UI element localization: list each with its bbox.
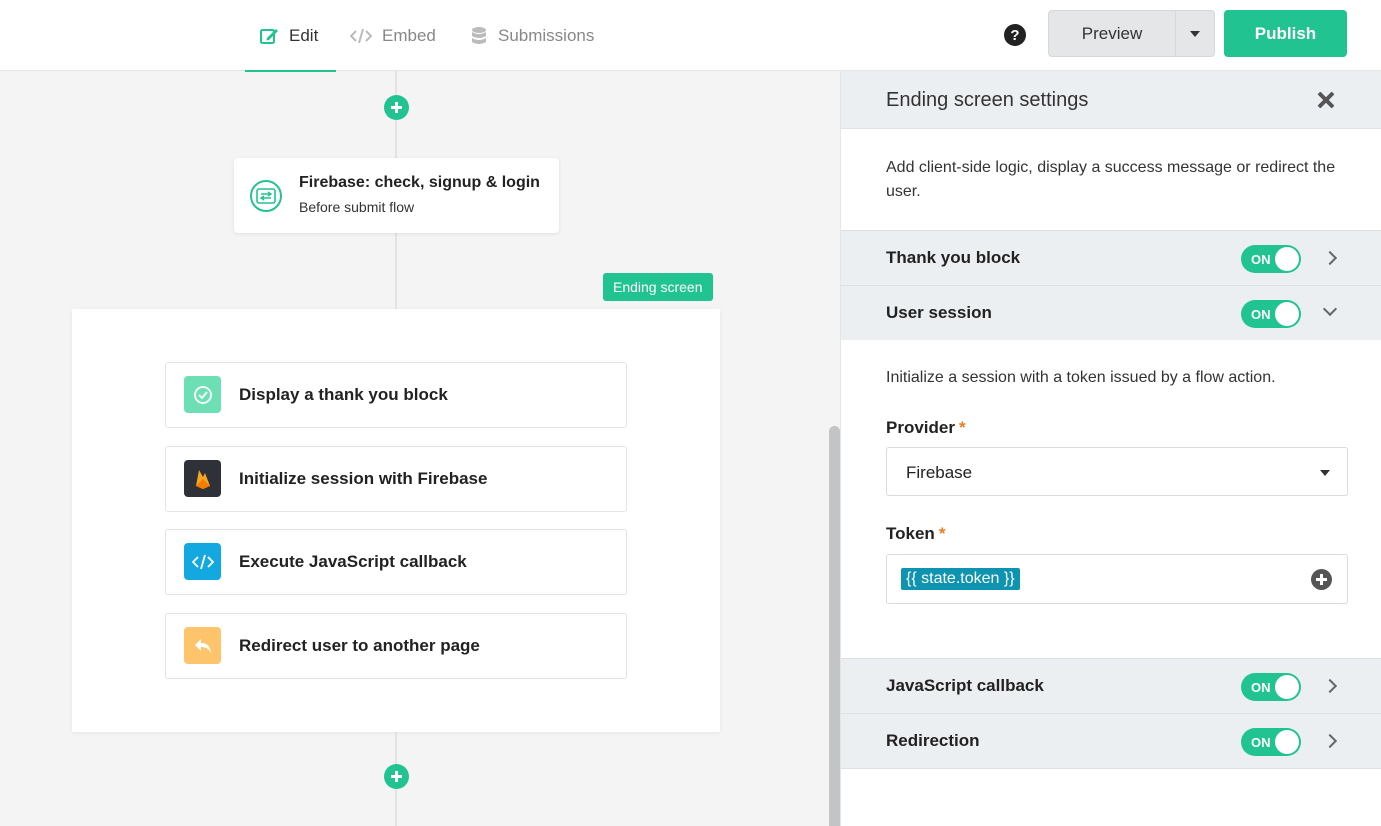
action-title: Firebase: check, signup & login (299, 174, 540, 191)
tab-submissions[interactable]: Submissions (456, 0, 608, 71)
canvas-scrollbar-thumb[interactable] (829, 426, 840, 826)
token-variable-chip[interactable]: {{ state.token }} (901, 568, 1020, 590)
flow-icon (250, 180, 282, 212)
panel-title: Ending screen settings (886, 89, 1089, 111)
preview-label: Preview (1081, 23, 1143, 43)
step-thank-you[interactable]: Display a thank you block (165, 362, 627, 428)
chevron-right-icon[interactable] (1322, 678, 1338, 694)
add-step-top-icon[interactable] (384, 95, 409, 120)
toggle-knob (1275, 302, 1299, 326)
chevron-down-icon[interactable] (1322, 301, 1338, 317)
reply-icon (184, 627, 221, 664)
code-icon (350, 27, 372, 45)
code-icon (184, 543, 221, 580)
panel-header: Ending screen settings (841, 71, 1381, 129)
caret-down-icon (1320, 470, 1330, 476)
section-thank-you-block[interactable]: Thank you block ON (841, 230, 1381, 285)
session-description: Initialize a session with a token issued… (886, 369, 1276, 386)
chevron-right-icon[interactable] (1322, 733, 1338, 749)
thank-you-toggle[interactable]: ON (1241, 245, 1301, 273)
database-icon (470, 26, 488, 46)
section-label: User session (886, 303, 992, 322)
chevron-right-icon[interactable] (1322, 250, 1338, 266)
tab-submissions-label: Submissions (498, 25, 595, 45)
ending-screen-badge: Ending screen (603, 273, 713, 301)
toggle-label: ON (1251, 680, 1271, 695)
add-variable-icon[interactable] (1311, 569, 1332, 590)
provider-label: Provider * (886, 418, 966, 438)
step-label: Initialize session with Firebase (239, 469, 488, 488)
toggle-knob (1275, 675, 1299, 699)
toggle-label: ON (1251, 252, 1271, 267)
add-step-bottom-icon[interactable] (384, 764, 409, 789)
provider-label-text: Provider (886, 418, 955, 437)
ending-badge-label: Ending screen (613, 279, 703, 295)
step-label: Redirect user to another page (239, 636, 480, 655)
required-mark: * (938, 524, 946, 543)
caret-down-icon (1190, 30, 1200, 37)
close-icon[interactable] (1315, 89, 1337, 111)
toggle-knob (1275, 730, 1299, 754)
tab-edit-label: Edit (289, 25, 319, 45)
ending-screen-panel: Display a thank you block Initialize ses… (72, 309, 720, 732)
tab-edit[interactable]: Edit (245, 0, 336, 72)
provider-value: Firebase (906, 463, 973, 482)
token-label: Token * (886, 524, 945, 544)
section-label: Thank you block (886, 248, 1021, 267)
section-javascript-callback[interactable]: JavaScript callback ON (841, 658, 1381, 713)
settings-panel: Ending screen settings Add client-side l… (840, 71, 1381, 826)
tab-embed[interactable]: Embed (336, 0, 450, 71)
token-field[interactable]: {{ state.token }} (886, 554, 1348, 604)
section-label: Redirection (886, 731, 980, 750)
publish-button[interactable]: Publish (1224, 10, 1347, 57)
action-subtitle: Before submit flow (299, 199, 415, 215)
section-label: JavaScript callback (886, 676, 1044, 695)
top-bar: Edit Embed Submissions ? Preview Publish (0, 0, 1381, 72)
toggle-knob (1275, 247, 1299, 271)
check-circle-icon (184, 376, 221, 413)
step-label: Display a thank you block (239, 385, 448, 404)
provider-select[interactable]: Firebase (886, 447, 1348, 496)
panel-description: Add client-side logic, display a success… (886, 159, 1336, 200)
step-redirect[interactable]: Redirect user to another page (165, 613, 627, 679)
step-label: Execute JavaScript callback (239, 552, 467, 571)
required-mark: * (958, 418, 966, 437)
edit-icon (259, 26, 279, 46)
step-firebase-session[interactable]: Initialize session with Firebase (165, 446, 627, 512)
user-session-toggle[interactable]: ON (1241, 300, 1301, 328)
help-icon[interactable]: ? (1004, 24, 1026, 46)
redirection-toggle[interactable]: ON (1241, 728, 1301, 756)
panel-footer (841, 768, 1381, 826)
token-label-text: Token (886, 524, 935, 543)
step-js-callback[interactable]: Execute JavaScript callback (165, 529, 627, 595)
tab-embed-label: Embed (382, 25, 436, 45)
toggle-label: ON (1251, 307, 1271, 322)
section-redirection[interactable]: Redirection ON (841, 713, 1381, 768)
publish-label: Publish (1254, 23, 1317, 43)
toggle-label: ON (1251, 735, 1271, 750)
preview-button[interactable]: Preview (1048, 10, 1176, 57)
help-glyph: ? (1010, 26, 1020, 44)
flow-action-card[interactable]: Firebase: check, signup & login Before s… (234, 158, 559, 233)
preview-options-button[interactable] (1175, 10, 1215, 57)
js-callback-toggle[interactable]: ON (1241, 673, 1301, 701)
firebase-icon (184, 460, 221, 497)
section-user-session[interactable]: User session ON (841, 285, 1381, 340)
